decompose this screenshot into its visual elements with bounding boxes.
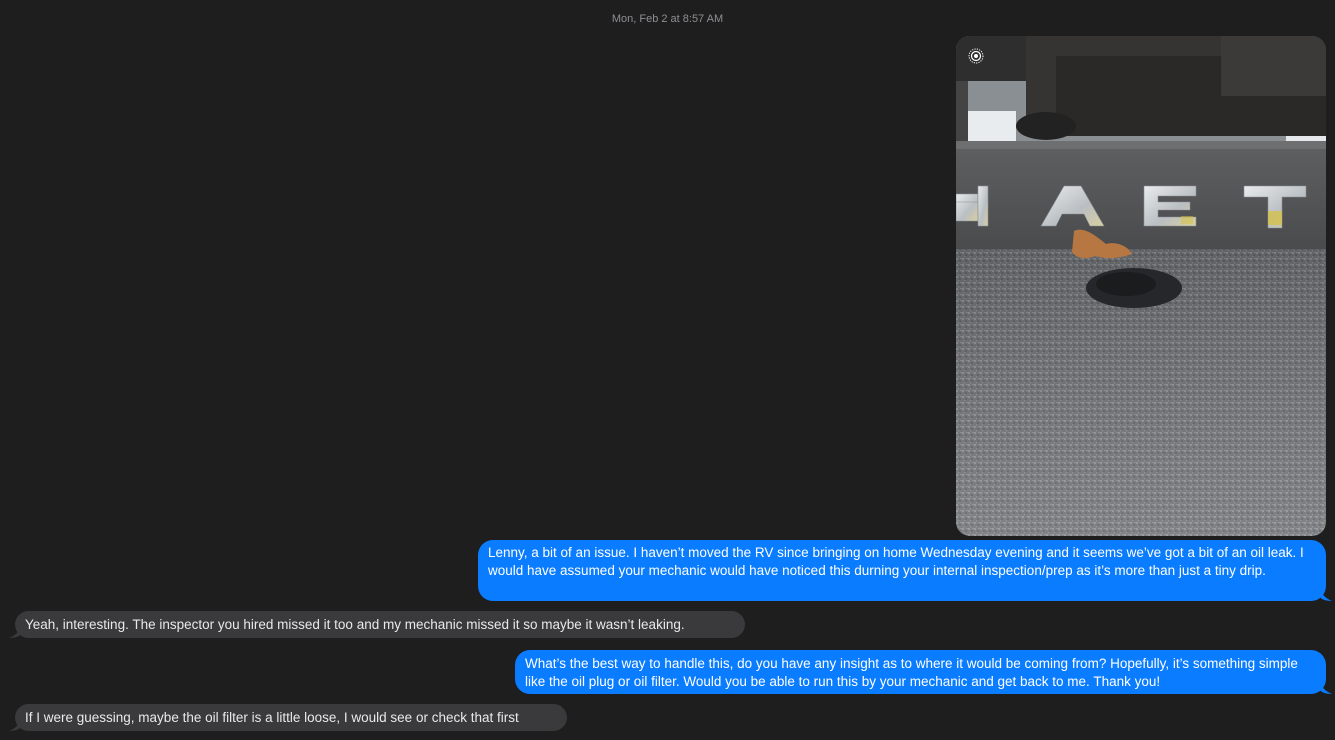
message-bubble-sent[interactable]: What’s the best way to handle this, do y… bbox=[515, 650, 1326, 694]
message-text: If I were guessing, maybe the oil filter… bbox=[25, 710, 519, 725]
conversation-timestamp: Mon, Feb 2 at 8:57 AM bbox=[611, 13, 724, 25]
message-text: Lenny, a bit of an issue. I haven’t move… bbox=[488, 545, 1304, 578]
bubble-tail bbox=[1320, 587, 1332, 601]
photo-attachment[interactable] bbox=[956, 36, 1326, 536]
live-photo-icon[interactable] bbox=[968, 48, 984, 64]
message-bubble-received[interactable]: If I were guessing, maybe the oil filter… bbox=[15, 704, 567, 731]
message-text: What’s the best way to handle this, do y… bbox=[525, 656, 1298, 689]
message-bubble-received[interactable]: Yeah, interesting. The inspector you hir… bbox=[15, 611, 745, 638]
bubble-tail bbox=[9, 717, 21, 731]
bubble-tail bbox=[9, 624, 21, 638]
photo-image bbox=[956, 36, 1326, 536]
message-bubble-sent[interactable]: Lenny, a bit of an issue. I haven’t move… bbox=[478, 540, 1326, 601]
bubble-tail bbox=[1320, 680, 1332, 694]
message-text: Yeah, interesting. The inspector you hir… bbox=[25, 617, 685, 632]
